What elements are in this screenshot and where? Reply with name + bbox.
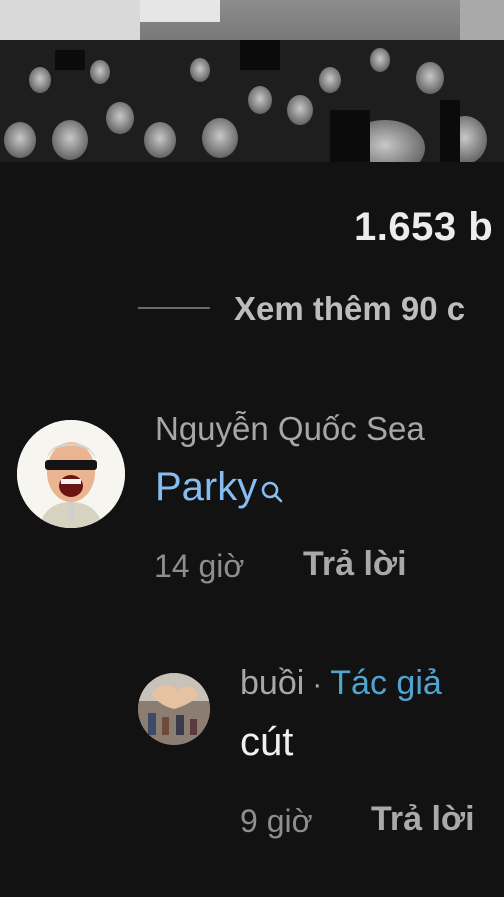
reply-timestamp: 9 giờ — [240, 803, 313, 839]
author-badge: Tác giả — [330, 664, 442, 702]
post-image — [0, 0, 504, 162]
separator-dot: · — [312, 668, 323, 701]
avatar[interactable] — [17, 420, 125, 528]
view-more-replies-link[interactable]: Xem thêm 90 c — [234, 290, 465, 328]
reply-text: cút — [240, 720, 294, 764]
view-more-divider — [138, 307, 210, 309]
comment-author[interactable]: Nguyễn Quốc Sea — [155, 410, 425, 448]
reply-button[interactable]: Trả lời — [371, 800, 475, 839]
comments-screen: 1.653 b Xem thêm 90 c Nguyễn Quốc Sea Pa… — [0, 0, 504, 897]
reaction-count: 1.653 b — [354, 205, 494, 249]
reply-header: buồi · Tác giả — [240, 664, 442, 703]
mention-text[interactable]: Parky — [155, 465, 257, 510]
search-icon[interactable] — [260, 469, 284, 514]
reply-button[interactable]: Trả lời — [303, 545, 407, 584]
reply-avatar[interactable] — [138, 673, 210, 745]
comment-mention[interactable]: Parky — [155, 465, 284, 514]
comment-timestamp: 14 giờ — [154, 548, 245, 584]
reply-author[interactable]: buồi — [240, 664, 304, 703]
